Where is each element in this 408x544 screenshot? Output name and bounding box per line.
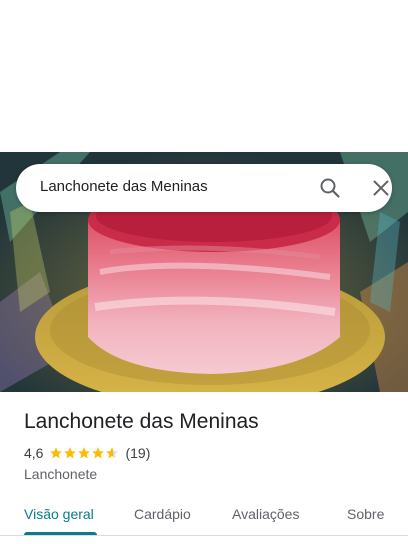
- review-count[interactable]: (19): [125, 445, 150, 461]
- rating-row[interactable]: 4,6 (19): [24, 444, 150, 462]
- tab-about[interactable]: Sobre: [347, 506, 384, 522]
- star-rating: [49, 446, 119, 460]
- star-full-icon: [50, 447, 63, 459]
- star-full-icon: [78, 447, 91, 459]
- tab-menu[interactable]: Cardápio: [134, 506, 191, 522]
- place-category[interactable]: Lanchonete: [24, 466, 97, 482]
- search-input[interactable]: Lanchonete das Meninas: [40, 178, 208, 195]
- search-bar[interactable]: Lanchonete das Meninas: [16, 164, 392, 212]
- rating-value: 4,6: [24, 445, 44, 461]
- star-full-icon: [64, 447, 77, 459]
- tabs-divider: [0, 535, 408, 536]
- tab-overview[interactable]: Visão geral: [24, 506, 94, 522]
- tab-reviews[interactable]: Avaliações: [232, 506, 299, 522]
- close-icon[interactable]: [369, 176, 393, 200]
- place-title: Lanchonete das Meninas: [24, 410, 259, 433]
- star-full-icon: [92, 447, 105, 459]
- place-tabs: Visão geral Cardápio Avaliações Sobre: [0, 496, 408, 536]
- star-half-icon: [106, 447, 119, 459]
- map-blank-area: [0, 0, 408, 152]
- place-info-panel: Lanchonete das Meninas 4,6 (19) Lanchone…: [0, 392, 408, 544]
- search-icon[interactable]: [318, 176, 342, 200]
